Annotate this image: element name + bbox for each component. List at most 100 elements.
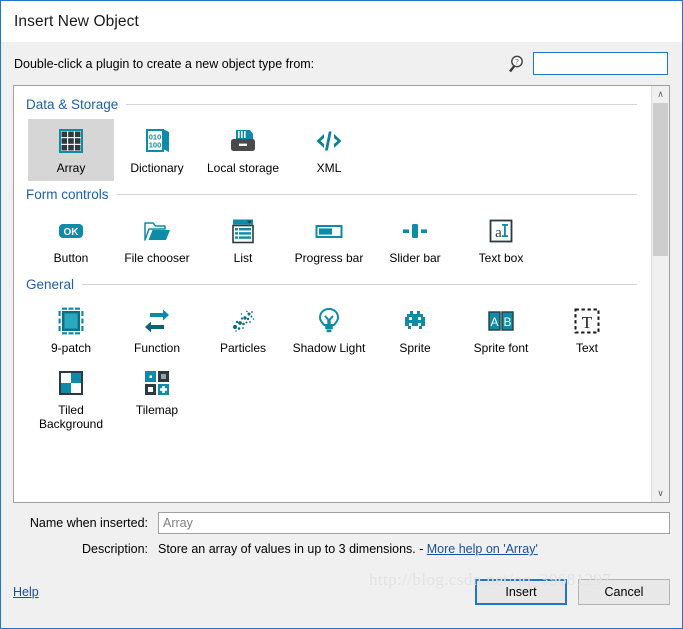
plugin-item-shadow-light[interactable]: Shadow Light bbox=[286, 299, 372, 361]
plugin-item-label: Button bbox=[53, 251, 89, 265]
plugin-item-label: XML bbox=[316, 161, 342, 175]
function-arrows-icon bbox=[145, 309, 169, 333]
svg-text:100: 100 bbox=[149, 141, 162, 150]
plugin-item-label: 9-patch bbox=[50, 341, 92, 355]
section-data-storage: Data & Storage Array 010 100 Dictionary … bbox=[14, 93, 651, 181]
dialog-title: Insert New Object bbox=[14, 12, 139, 30]
section-general: General 9-patch Function Particles Shado… bbox=[14, 273, 651, 436]
plugin-item-sprite-font[interactable]: A B Sprite font bbox=[458, 299, 544, 361]
plugin-item-label: Text bbox=[575, 341, 598, 355]
scroll-up-button[interactable]: ∧ bbox=[652, 86, 669, 103]
plugin-item-label: List bbox=[233, 251, 253, 265]
plugin-item-label: Text box bbox=[478, 251, 524, 265]
plugin-list-scrollbar[interactable]: ∧ ∨ bbox=[651, 86, 669, 502]
sprite-font-ab-icon: A B bbox=[488, 311, 514, 331]
prompt-text: Double-click a plugin to create a new ob… bbox=[14, 56, 315, 71]
plugin-item-label: Dictionary bbox=[130, 161, 184, 175]
section-title: General bbox=[26, 276, 75, 292]
search-input[interactable] bbox=[533, 52, 668, 75]
name-field-label: Name when inserted: bbox=[29, 516, 148, 530]
plugin-item-particles[interactable]: Particles bbox=[200, 299, 286, 361]
plugin-item-label: Progress bar bbox=[294, 251, 364, 265]
description-row: Description: Store an array of values in… bbox=[13, 542, 670, 556]
plugin-list-panel: Data & Storage Array 010 100 Dictionary … bbox=[13, 85, 670, 503]
sprite-invader-icon bbox=[405, 311, 425, 329]
progress-bar-icon bbox=[315, 225, 343, 238]
text-box-icon: a bbox=[489, 219, 513, 243]
plugin-item-label: Particles bbox=[219, 341, 266, 355]
local-storage-drive-icon bbox=[231, 130, 255, 151]
plugin-item-dictionary[interactable]: 010 100 Dictionary bbox=[114, 119, 200, 181]
plugin-item-sprite[interactable]: Sprite bbox=[372, 299, 458, 361]
section-title: Form controls bbox=[26, 186, 109, 202]
slider-bar-icon bbox=[403, 224, 427, 238]
name-field-row: Name when inserted: bbox=[13, 512, 670, 534]
description-text: Store an array of values in up to 3 dime… bbox=[158, 542, 424, 556]
plugin-item-array[interactable]: Array bbox=[28, 119, 114, 181]
insert-new-object-dialog: Insert New Object Double-click a plugin … bbox=[0, 0, 683, 629]
description-label: Description: bbox=[82, 542, 148, 556]
folder-open-icon bbox=[144, 222, 170, 241]
nine-patch-icon bbox=[58, 307, 84, 335]
plugin-item-slider-bar[interactable]: Slider bar bbox=[372, 209, 458, 271]
plugin-item-9-patch[interactable]: 9-patch bbox=[28, 299, 114, 361]
plugin-item-tilemap[interactable]: Tilemap bbox=[114, 361, 200, 436]
section-items: 9-patch Function Particles Shadow Light … bbox=[14, 295, 651, 436]
section-items: Array 010 100 Dictionary Local storage X… bbox=[14, 115, 651, 181]
ok-button-icon: OK bbox=[59, 224, 83, 238]
svg-text:OK: OK bbox=[64, 227, 80, 238]
plugin-item-label: Shadow Light bbox=[292, 341, 366, 355]
plugin-item-xml[interactable]: XML bbox=[286, 119, 372, 181]
scrollbar-thumb[interactable] bbox=[653, 103, 668, 256]
dialog-footer: Help http://blog.csdn.net/qq_39681297 In… bbox=[1, 556, 682, 628]
plugin-item-label: Tiled Background bbox=[38, 403, 104, 431]
tilemap-icon bbox=[145, 371, 169, 395]
particles-dots-icon bbox=[232, 310, 255, 332]
plugin-item-label: File chooser bbox=[124, 251, 190, 265]
cancel-button[interactable]: Cancel bbox=[578, 579, 670, 605]
plugin-item-file-chooser[interactable]: File chooser bbox=[114, 209, 200, 271]
search-icon: ? bbox=[509, 55, 523, 72]
description-content: Store an array of values in up to 3 dime… bbox=[158, 542, 538, 556]
more-help-link[interactable]: More help on 'Array' bbox=[427, 542, 538, 556]
svg-text:T: T bbox=[582, 313, 593, 332]
section-rule bbox=[126, 103, 637, 105]
xml-code-icon bbox=[316, 131, 342, 151]
lightbulb-icon bbox=[318, 307, 340, 333]
plugin-item-label: Array bbox=[56, 161, 86, 175]
section-header: Form controls bbox=[14, 183, 651, 205]
plugin-item-label: Sprite bbox=[399, 341, 431, 355]
help-link[interactable]: Help bbox=[13, 585, 39, 599]
insert-button[interactable]: Insert bbox=[475, 579, 567, 605]
section-title: Data & Storage bbox=[26, 96, 119, 112]
text-t-icon: T bbox=[574, 308, 600, 334]
plugin-item-label: Tilemap bbox=[135, 403, 179, 417]
section-rule bbox=[116, 193, 637, 195]
plugin-list-body: Data & Storage Array 010 100 Dictionary … bbox=[14, 86, 651, 502]
plugin-item-local-storage[interactable]: Local storage bbox=[200, 119, 286, 181]
svg-text:?: ? bbox=[515, 57, 519, 66]
bottom-form: Name when inserted: Description: Store a… bbox=[1, 503, 682, 556]
plugin-item-tiled-background[interactable]: Tiled Background bbox=[28, 361, 114, 436]
dialog-titlebar: Insert New Object bbox=[1, 1, 682, 42]
scroll-down-button[interactable]: ∨ bbox=[652, 485, 669, 502]
plugin-item-text-box[interactable]: a Text box bbox=[458, 209, 544, 271]
plugin-item-label: Sprite font bbox=[473, 341, 529, 355]
section-items: OK Button File chooser List Progress bar… bbox=[14, 205, 651, 271]
svg-text:B: B bbox=[503, 315, 511, 329]
plugin-item-label: Slider bar bbox=[389, 251, 441, 265]
dictionary-book-icon: 010 100 bbox=[146, 129, 169, 152]
plugin-item-label: Function bbox=[133, 341, 181, 355]
section-header: General bbox=[14, 273, 651, 295]
plugin-item-text[interactable]: T Text bbox=[544, 299, 630, 361]
plugin-item-button[interactable]: OK Button bbox=[28, 209, 114, 271]
scrollbar-track[interactable] bbox=[652, 103, 669, 485]
section-rule bbox=[82, 283, 637, 285]
plugin-item-label: Local storage bbox=[206, 161, 280, 175]
prompt-row: Double-click a plugin to create a new ob… bbox=[1, 42, 682, 85]
plugin-item-function[interactable]: Function bbox=[114, 299, 200, 361]
plugin-item-progress-bar[interactable]: Progress bar bbox=[286, 209, 372, 271]
plugin-item-list[interactable]: List bbox=[200, 209, 286, 271]
name-input[interactable] bbox=[158, 512, 670, 534]
section-form-controls: Form controls OK Button File chooser Lis… bbox=[14, 183, 651, 271]
